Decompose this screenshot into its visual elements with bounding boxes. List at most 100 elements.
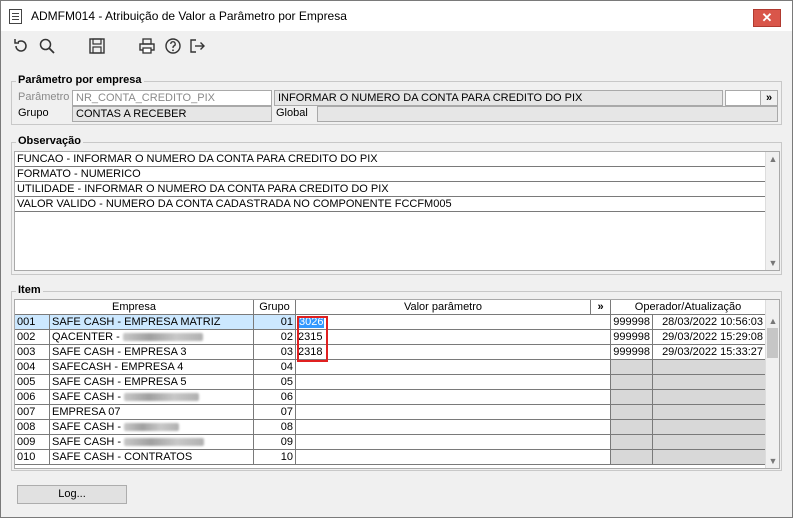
- param-expand-button[interactable]: »: [760, 90, 778, 106]
- cell-empresa-text: SAFECASH - EMPRESA 4: [52, 361, 184, 373]
- grupo-label: Grupo: [18, 107, 49, 119]
- redacted-text: [124, 393, 200, 402]
- cell-code: 003: [15, 345, 50, 360]
- obs-line: VALOR VALIDO - NUMERO DA CONTA CADASTRAD…: [15, 197, 766, 212]
- cell-code: 009: [15, 435, 50, 450]
- close-button[interactable]: ✕: [753, 9, 781, 27]
- item-group: Item Empresa Grupo Valor parâmetro » Ope…: [11, 284, 782, 471]
- cell-grupo: 07: [254, 405, 296, 420]
- scroll-down-icon[interactable]: ▼: [766, 454, 780, 468]
- cell-operador: [611, 450, 653, 465]
- cell-code-text: 005: [17, 376, 36, 388]
- cell-code-text: 009: [17, 436, 36, 448]
- cell-code: 006: [15, 390, 50, 405]
- search-icon[interactable]: [37, 36, 57, 56]
- table-row[interactable]: 008 SAFE CASH - 08: [15, 420, 766, 435]
- header-grupo[interactable]: Grupo: [254, 300, 296, 315]
- title-bar: ADMFM014 - Atribuição de Valor a Parâmet…: [1, 1, 792, 31]
- redacted-text: [124, 438, 205, 447]
- cell-data: [653, 390, 766, 405]
- scroll-up-icon[interactable]: ▲: [766, 314, 780, 328]
- cell-empresa-text: SAFE CASH - EMPRESA 5: [52, 376, 187, 388]
- cell-code-text: 004: [17, 361, 36, 373]
- table-row[interactable]: 009 SAFE CASH - 09: [15, 435, 766, 450]
- cell-valor[interactable]: [296, 450, 611, 465]
- cell-grupo: 08: [254, 420, 296, 435]
- obs-group: Observação FUNCAO - INFORMAR O NUMERO DA…: [11, 135, 782, 275]
- header-operador[interactable]: Operador/Atualização: [611, 300, 766, 315]
- cell-valor[interactable]: 2315: [296, 330, 611, 345]
- cell-operador: [611, 390, 653, 405]
- cell-grupo: 06: [254, 390, 296, 405]
- param-field[interactable]: NR_CONTA_CREDITO_PIX: [72, 90, 272, 106]
- cell-code-text: 003: [17, 346, 36, 358]
- scroll-thumb[interactable]: [767, 328, 778, 358]
- cell-empresa: SAFE CASH - EMPRESA 3: [50, 345, 254, 360]
- cell-empresa: SAFE CASH -: [50, 390, 254, 405]
- cell-grupo: 09: [254, 435, 296, 450]
- cell-valor[interactable]: [296, 405, 611, 420]
- cell-code-text: 007: [17, 406, 36, 418]
- cell-grupo: 02: [254, 330, 296, 345]
- cell-empresa-text: SAFE CASH - EMPRESA MATRIZ: [52, 316, 221, 328]
- refresh-icon[interactable]: [11, 36, 31, 56]
- cell-code: 002: [15, 330, 50, 345]
- cell-code-text: 008: [17, 421, 36, 433]
- cell-valor[interactable]: [296, 360, 611, 375]
- window-title: ADMFM014 - Atribuição de Valor a Parâmet…: [31, 9, 347, 23]
- table-row[interactable]: 001 SAFE CASH - EMPRESA MATRIZ 01 3026 99999…: [15, 315, 766, 330]
- cell-code-text: 010: [17, 451, 36, 463]
- table-row[interactable]: 006 SAFE CASH - 06: [15, 390, 766, 405]
- cell-grupo: 10: [254, 450, 296, 465]
- obs-line: UTILIDADE - INFORMAR O NUMERO DA CONTA P…: [15, 182, 766, 197]
- redacted-text: [124, 423, 180, 432]
- cell-valor[interactable]: 2318: [296, 345, 611, 360]
- save-icon[interactable]: [87, 36, 107, 56]
- header-valor[interactable]: Valor parâmetro: [296, 300, 591, 315]
- param-description: INFORMAR O NUMERO DA CONTA PARA CREDITO …: [274, 90, 723, 106]
- cell-grupo-text: 01: [280, 316, 293, 328]
- cell-valor[interactable]: 3026: [296, 315, 611, 330]
- header-empresa[interactable]: Empresa: [15, 300, 254, 315]
- cell-grupo-text: 05: [280, 376, 293, 388]
- header-expand-button[interactable]: »: [591, 300, 611, 315]
- cell-grupo-text: 04: [280, 361, 293, 373]
- cell-data-text: 29/03/2022 15:29:08: [662, 331, 763, 343]
- table-row[interactable]: 007 EMPRESA 07 07: [15, 405, 766, 420]
- toolbar: [1, 31, 792, 61]
- obs-textarea[interactable]: FUNCAO - INFORMAR O NUMERO DA CONTA PARA…: [14, 151, 780, 271]
- print-icon[interactable]: [137, 36, 157, 56]
- cell-operador: 999998: [611, 345, 653, 360]
- cell-data: 29/03/2022 15:29:08: [653, 330, 766, 345]
- scroll-down-icon[interactable]: ▼: [766, 256, 780, 270]
- cell-empresa: SAFE CASH -: [50, 420, 254, 435]
- cell-empresa: SAFE CASH -: [50, 435, 254, 450]
- cell-operador: 999998: [611, 330, 653, 345]
- scroll-up-icon[interactable]: ▲: [766, 152, 780, 166]
- cell-data: [653, 375, 766, 390]
- table-row[interactable]: 003 SAFE CASH - EMPRESA 3 03 2318 999998 29/0…: [15, 345, 766, 360]
- cell-valor[interactable]: [296, 420, 611, 435]
- exit-icon[interactable]: [187, 36, 207, 56]
- table-row[interactable]: 005 SAFE CASH - EMPRESA 5 05: [15, 375, 766, 390]
- cell-operador: 999998: [611, 315, 653, 330]
- cell-operador-text: 999998: [613, 346, 650, 358]
- help-icon[interactable]: [163, 36, 183, 56]
- cell-grupo-text: 08: [280, 421, 293, 433]
- cell-code: 010: [15, 450, 50, 465]
- document-icon: [9, 9, 22, 24]
- cell-grupo: 01: [254, 315, 296, 330]
- cell-code-text: 001: [17, 316, 36, 328]
- log-button[interactable]: Log...: [17, 485, 127, 504]
- cell-valor[interactable]: [296, 390, 611, 405]
- item-grid: Empresa Grupo Valor parâmetro » Operador…: [14, 299, 780, 469]
- cell-data: [653, 450, 766, 465]
- grid-scrollbar[interactable]: ▲ ▼: [765, 300, 779, 468]
- cell-valor[interactable]: [296, 435, 611, 450]
- table-row[interactable]: 004 SAFECASH - EMPRESA 4 04: [15, 360, 766, 375]
- table-row[interactable]: 010 SAFE CASH - CONTRATOS 10: [15, 450, 766, 465]
- table-row[interactable]: 002 QACENTER - 02 2315 999998 29/03/2022 15:…: [15, 330, 766, 345]
- cell-valor[interactable]: [296, 375, 611, 390]
- cell-data: [653, 420, 766, 435]
- obs-scrollbar[interactable]: ▲ ▼: [765, 152, 779, 270]
